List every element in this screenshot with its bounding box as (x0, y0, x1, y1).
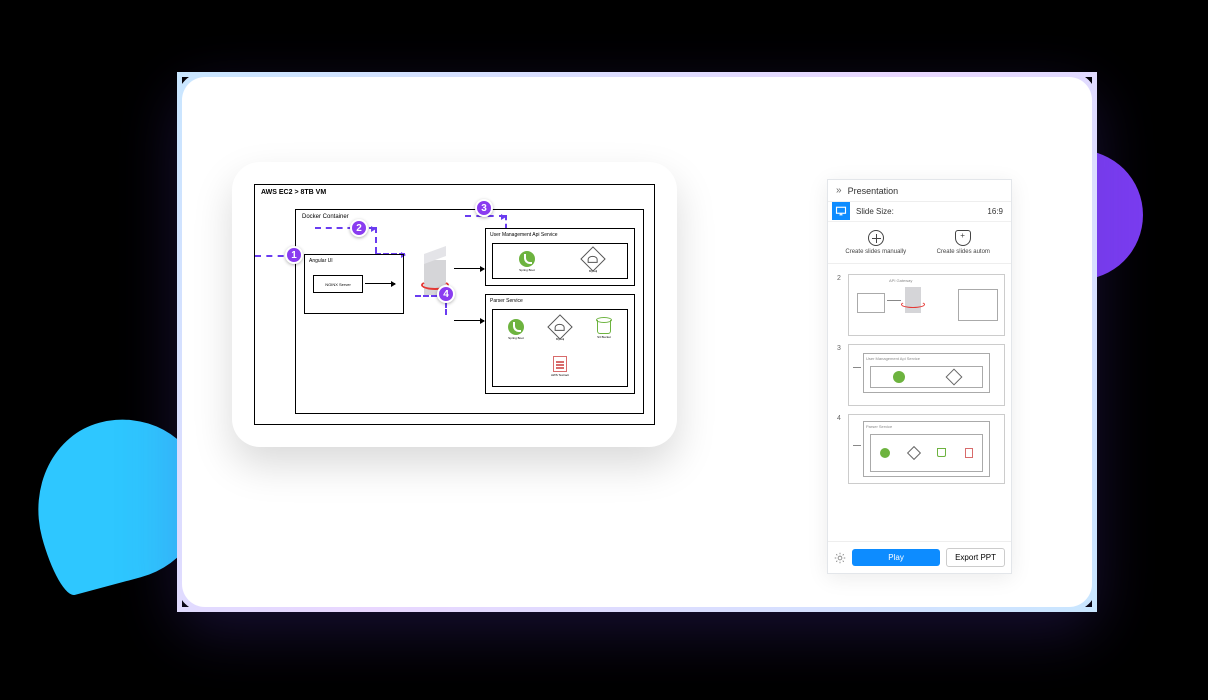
slide-actions: Create slides manually Create slides aut… (828, 222, 1011, 264)
gear-icon[interactable] (834, 552, 846, 564)
mini-mysql-icon-2 (907, 446, 921, 460)
arrow-gateway-svc1 (454, 268, 484, 269)
collapse-icon[interactable]: » (836, 185, 842, 196)
docker-title: Docker Container (302, 214, 637, 220)
slide-size-row: Slide Size: 16:9 (828, 202, 1011, 222)
mini-gateway (905, 287, 921, 313)
mini-inner-2 (870, 434, 983, 472)
callout-badge-2[interactable]: 2 (350, 219, 368, 237)
slide-num: 2 (837, 275, 841, 282)
create-manual-label: Create slides manually (845, 249, 906, 255)
callout-badge-1[interactable]: 1 (285, 246, 303, 264)
slides-list: 2 API Gateway 3 User Management Api Serv… (828, 264, 1011, 514)
export-button[interactable]: Export PPT (946, 548, 1005, 567)
bucket-icon (597, 320, 611, 334)
plus-icon (868, 230, 884, 246)
textract-icon (553, 356, 567, 372)
mini-spring-icon-2 (880, 448, 890, 458)
vm-container: AWS EC2 > 8TB VM 1 2 3 4 Docker Containe… (254, 184, 655, 425)
diagram-canvas[interactable]: AWS EC2 > 8TB VM 1 2 3 4 Docker Containe… (232, 162, 677, 447)
mysql-icon (580, 246, 605, 271)
mini-spring-icon (893, 371, 905, 383)
svc2-inner: Spring Boot MySql S3 Bucket AWS Textract (492, 309, 628, 387)
mini-svc (958, 289, 998, 321)
create-auto-button[interactable]: Create slides autom (920, 230, 1008, 255)
panel-header: » Presentation (828, 180, 1011, 202)
spring-label-2: Spring Boot (508, 336, 524, 340)
mini-textract-icon (965, 448, 973, 458)
svc1-inner: Spring Boot MySql (492, 243, 628, 279)
angular-title: Angular UI (309, 258, 399, 264)
panel-footer: Play Export PPT (828, 541, 1011, 573)
mini-ring (901, 301, 925, 308)
callout-badge-3[interactable]: 3 (475, 199, 493, 217)
mini-bucket-icon (937, 448, 946, 457)
nginx-box: NGINX Server (313, 275, 363, 293)
mini-box (857, 293, 885, 313)
angular-box: Angular UI NGINX Server (304, 254, 404, 314)
slide-caption: API Gateway (889, 278, 912, 283)
mini-svc-box-2: Parser Service (863, 421, 990, 477)
slide-size-label: Slide Size: (856, 207, 894, 216)
mini-arrow-in (853, 367, 861, 368)
user-mgmt-service: User Management Api Service Spring Boot … (485, 228, 635, 286)
slide-thumb-4[interactable]: 4 Parser Service (848, 414, 1005, 484)
slide-size-value[interactable]: 16:9 (987, 207, 1003, 216)
mini-inner (870, 366, 983, 388)
spring-tech: Spring Boot (513, 247, 541, 275)
textract-tech: AWS Textract (546, 353, 574, 381)
mini-arrow (887, 300, 901, 301)
callout-badge-4[interactable]: 4 (437, 285, 455, 303)
svc2-title: Parser Service (490, 298, 630, 304)
mini-arrow-in-2 (853, 445, 861, 446)
vm-title: AWS EC2 > 8TB VM (261, 189, 648, 196)
mini-mysql-icon (946, 369, 963, 386)
spring-icon-2 (508, 319, 524, 335)
svc1-title: User Management Api Service (490, 232, 630, 238)
panel-title: Presentation (848, 186, 899, 196)
auto-icon (955, 230, 971, 246)
slide-thumb-3[interactable]: 3 User Management Api Service (848, 344, 1005, 406)
create-manual-button[interactable]: Create slides manually (832, 230, 920, 255)
spring-tech-2: Spring Boot (502, 316, 530, 344)
mysql-tech: MySql (579, 247, 607, 275)
arrow-nginx-gateway (365, 283, 395, 284)
parser-service: Parser Service Spring Boot MySql S3 Buck… (485, 294, 635, 394)
play-button[interactable]: Play (852, 549, 940, 566)
spring-icon (519, 251, 535, 267)
app-frame: AWS EC2 > 8TB VM 1 2 3 4 Docker Containe… (177, 72, 1097, 612)
mini-caption: User Management Api Service (864, 354, 989, 363)
bucket-label: S3 Bucket (597, 335, 611, 339)
docker-container: Docker Container Angular UI NGINX Server… (295, 209, 644, 414)
arrow-gateway-svc2 (454, 320, 484, 321)
textract-label: AWS Textract (551, 373, 569, 377)
presentation-panel: » Presentation Slide Size: 16:9 Create s… (827, 179, 1012, 574)
mini-caption-2: Parser Service (864, 422, 989, 431)
slide-num: 4 (837, 415, 841, 422)
presentation-mode-icon[interactable] (832, 202, 850, 220)
bucket-tech: S3 Bucket (590, 316, 618, 344)
mini-svc-box: User Management Api Service (863, 353, 990, 393)
mysql-icon-2 (547, 314, 572, 339)
create-auto-label: Create slides autom (937, 249, 990, 255)
spring-label: Spring Boot (519, 268, 535, 272)
mysql-tech-2: MySql (546, 316, 574, 344)
slide-num: 3 (837, 345, 841, 352)
slide-thumb-2[interactable]: 2 API Gateway (848, 274, 1005, 336)
